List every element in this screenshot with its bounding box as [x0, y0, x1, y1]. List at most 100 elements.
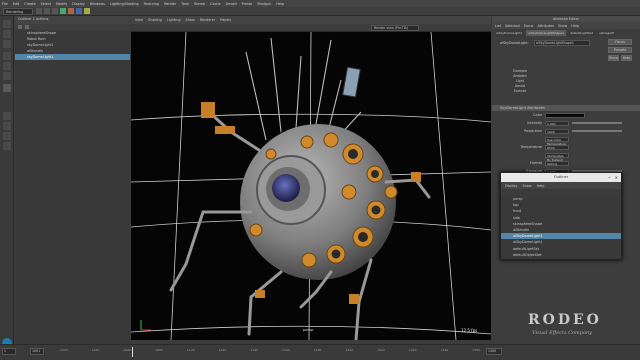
- new-scene-icon[interactable]: [36, 8, 42, 14]
- attribute-field[interactable]: 1000: [545, 128, 569, 134]
- timeline-tick-label: 1160: [282, 348, 290, 352]
- menu-stereo[interactable]: Stereo: [194, 2, 205, 6]
- outliner-display-icon[interactable]: [18, 25, 22, 29]
- attribute-label: Resolution: [524, 129, 542, 133]
- menu-file[interactable]: File: [2, 2, 8, 6]
- menu-display[interactable]: Display: [72, 2, 85, 6]
- outliner-window-menu-show[interactable]: Show: [523, 184, 532, 188]
- attribute-field[interactable]: Use Color Temperature: [545, 136, 569, 146]
- menu-help[interactable]: Help: [276, 2, 284, 6]
- ae-menu-show[interactable]: Show: [558, 24, 567, 28]
- paint-select-icon[interactable]: [3, 40, 11, 48]
- menu-set-dropdown[interactable]: Rendering: [3, 8, 33, 15]
- timeline-tick-label: 1040: [91, 348, 100, 352]
- menu-shotgun[interactable]: Shotgun: [257, 2, 271, 6]
- layout-outliner-icon[interactable]: [3, 142, 11, 150]
- render-icon[interactable]: [84, 8, 90, 14]
- outliner-window-list: persp top front side skinsphereShape aiStandI…: [501, 196, 621, 258]
- menu-toon[interactable]: Toon: [181, 2, 189, 6]
- lasso-tool-icon[interactable]: [3, 30, 11, 38]
- attribute-field[interactable]: Illuminates By Default: [545, 152, 569, 162]
- outliner-window: Outliner ✕ − Display Show Help persp top fro…: [500, 172, 622, 260]
- menu-select[interactable]: Select: [41, 2, 51, 6]
- attribute-field[interactable]: 6500: [545, 144, 569, 150]
- menu-lightingshading[interactable]: Lighting/Shading: [110, 2, 139, 6]
- viewport-menu-panels[interactable]: Panels: [220, 18, 231, 22]
- node-name-field[interactable]: aiSkyDomeLightShape1: [534, 40, 590, 46]
- snap-grid-icon[interactable]: [68, 8, 74, 14]
- ae-menu-attributes[interactable]: Attributes: [537, 24, 554, 28]
- menu-windows[interactable]: Windows: [90, 2, 105, 6]
- menu-presto[interactable]: Presto: [242, 2, 253, 6]
- attribute-label: Temperature: [520, 145, 542, 149]
- viewport-menu-lighting[interactable]: Lighting: [167, 18, 181, 22]
- outliner-show-icon[interactable]: [25, 25, 29, 29]
- ae-menu-list[interactable]: List: [495, 24, 501, 28]
- viewport-menu-show[interactable]: Show: [186, 18, 195, 22]
- layout-two-icon[interactable]: [3, 132, 11, 140]
- ae-menu-focus[interactable]: Focus: [524, 24, 534, 28]
- menu-modify[interactable]: Modify: [56, 2, 67, 6]
- viewport-menu-view[interactable]: View: [135, 18, 143, 22]
- attribute-slider[interactable]: [572, 130, 622, 132]
- start-frame-field[interactable]: 1: [2, 348, 16, 355]
- timeline-tick-label: 1100: [186, 348, 195, 352]
- viewport-toolbar: Render view (Pre-Tilt): [131, 24, 491, 32]
- snap-curve-icon[interactable]: [76, 8, 82, 14]
- menu-create[interactable]: Create: [24, 2, 35, 6]
- camera-label: persp: [303, 328, 314, 332]
- layout-single-icon[interactable]: [3, 112, 11, 120]
- focus-button[interactable]: Focus: [608, 39, 632, 45]
- light-thumbnail-info: Example Ambient Light Arnold Exclude: [492, 67, 640, 105]
- menu-cache[interactable]: Cache: [210, 2, 221, 6]
- move-tool-icon[interactable]: [3, 52, 11, 60]
- menu-edit[interactable]: Edit: [13, 2, 20, 6]
- range-start-field[interactable]: 1001: [30, 348, 44, 355]
- select-mode-icon[interactable]: [60, 8, 66, 14]
- minimize-icon[interactable]: −: [608, 175, 611, 180]
- light-info-line: Exclude: [513, 89, 527, 93]
- select-tool-icon[interactable]: [3, 20, 11, 28]
- outliner-window-menu-help[interactable]: Help: [537, 184, 545, 188]
- attribute-field[interactable]: 1.000: [545, 120, 569, 126]
- timeline-tick-label: 1080: [155, 348, 163, 352]
- node-name-row: aiSkyDomeLight: aiSkyDomeLightShape1 Foc…: [492, 37, 640, 67]
- scale-tool-icon[interactable]: [3, 72, 11, 80]
- attribute-editor-node-tabs: aiSkyDomeLight1 aiSkyDomeLightShape1 defau…: [492, 29, 640, 37]
- ae-menu-selected[interactable]: Selected: [505, 24, 520, 28]
- node-tab[interactable]: aiImagerE: [596, 30, 617, 36]
- attribute-row: Use Color Temperature: [492, 135, 640, 146]
- timeline-tick-label: 1140: [250, 348, 258, 352]
- time-slider[interactable]: 1 1001 1020 1040 1060 1080 1100 1120 1140 1160 1…: [0, 344, 640, 360]
- node-tab[interactable]: aiSkyDomeLight1: [494, 30, 525, 36]
- layout-four-icon[interactable]: [3, 122, 11, 130]
- attribute-slider[interactable]: [572, 122, 622, 124]
- rotate-tool-icon[interactable]: [3, 62, 11, 70]
- menu-arnold[interactable]: Arnold: [226, 2, 237, 6]
- outliner-window-menu-display[interactable]: Display: [505, 184, 518, 188]
- node-tab[interactable]: defaultLightSet: [567, 30, 595, 36]
- viewport-menubar: View Shading Lighting Show Renderer Panels: [131, 16, 491, 24]
- attribute-field[interactable]: latlong: [545, 160, 569, 166]
- presets-button[interactable]: Presets: [608, 47, 632, 53]
- close-icon[interactable]: ✕: [615, 175, 618, 180]
- attribute-field[interactable]: [545, 112, 585, 118]
- show-button[interactable]: Show: [608, 55, 619, 61]
- current-frame-marker[interactable]: [132, 347, 133, 357]
- outliner-window-search[interactable]: [501, 189, 621, 196]
- renderer-dropdown[interactable]: Render view (Pre-Tilt): [371, 25, 419, 31]
- outliner-window-item[interactable]: defaultObjectSet: [501, 252, 621, 258]
- viewport-menu-shading[interactable]: Shading: [148, 18, 162, 22]
- outliner-item[interactable]: skyDomeLight1: [15, 54, 130, 60]
- hide-button[interactable]: Hide: [621, 55, 632, 61]
- save-scene-icon[interactable]: [52, 8, 58, 14]
- node-tab[interactable]: aiSkyDomeLightShape1: [526, 30, 566, 36]
- open-scene-icon[interactable]: [44, 8, 50, 14]
- ae-menu-help[interactable]: Help: [571, 24, 579, 28]
- end-frame-field[interactable]: 1300: [486, 348, 502, 355]
- menu-render[interactable]: Render: [164, 2, 176, 6]
- viewport-menu-renderer[interactable]: Renderer: [200, 18, 215, 22]
- viewport-3d[interactable]: persp 12.5 fps: [131, 32, 491, 340]
- menu-texturing[interactable]: Texturing: [144, 2, 160, 6]
- last-tool-icon[interactable]: [3, 84, 11, 92]
